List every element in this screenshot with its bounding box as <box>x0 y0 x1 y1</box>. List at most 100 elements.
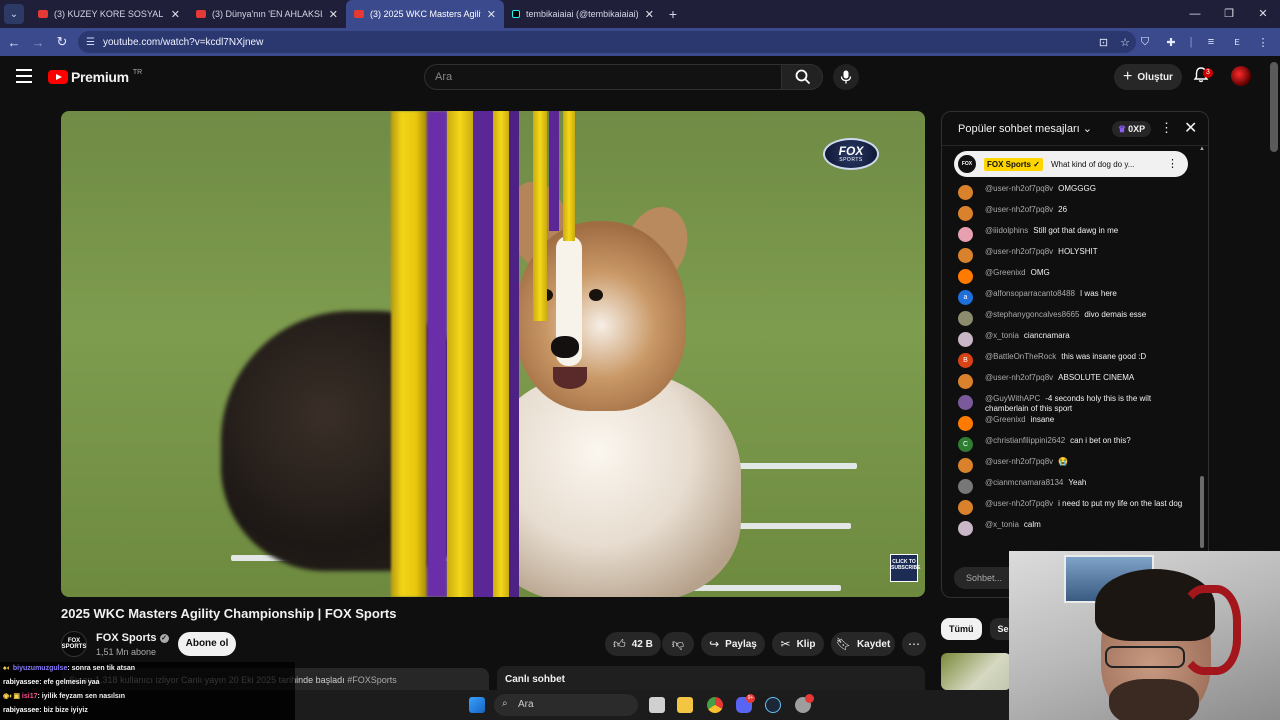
bookmark-star-icon[interactable]: ☆ <box>1120 36 1130 49</box>
save-button[interactable]: 🔖︎ Kaydet <box>831 632 895 656</box>
channel-avatar[interactable]: FOX SPORTS <box>61 631 87 657</box>
browser-tab[interactable]: (3) KUZEY KORE SOSYAL MEDYA ✕ <box>30 0 188 28</box>
chat-author[interactable]: @christianfilippini2642 <box>985 436 1065 445</box>
chat-mode-dropdown[interactable]: Popüler sohbet mesajları ⌄ <box>958 122 1092 135</box>
clip-button[interactable]: ✂ Klip <box>772 632 824 656</box>
back-icon[interactable]: ← <box>2 35 26 50</box>
minimize-icon[interactable]: — <box>1178 0 1212 28</box>
extensions-icon[interactable]: ✚ <box>1162 36 1180 49</box>
chat-author[interactable]: @BattleOnTheRock <box>985 352 1056 361</box>
voice-search-button[interactable] <box>833 64 859 90</box>
chrome-icon[interactable] <box>707 697 723 713</box>
chat-author[interactable]: @cianmcnamara8134 <box>985 478 1063 487</box>
browser-tab[interactable]: tembikaiaiai (@tembikaiaiai) | T ✕ <box>504 0 662 28</box>
hashtag-link[interactable]: #FOXSports <box>347 675 397 685</box>
window-close-icon[interactable]: ✕ <box>1246 0 1280 28</box>
profile-avatar[interactable]: E <box>1228 38 1246 47</box>
more-actions-button[interactable]: ⋯ <box>902 632 926 656</box>
chat-author[interactable]: @user-nh2of7pq8v <box>985 499 1053 508</box>
shield-extension-icon[interactable]: ⛉ <box>1136 36 1154 49</box>
channel-name-row[interactable]: FOX Sports ✓ <box>96 632 169 644</box>
address-bar[interactable]: ☰ youtube.com/watch?v=kcdl7NXjnew ⊡ ☆ <box>78 31 1136 53</box>
chat-scrollbar[interactable] <box>1200 476 1204 548</box>
chat-author[interactable]: @user-nh2of7pq8v <box>985 205 1053 214</box>
browser-tab[interactable]: (3) Dünya'nın 'EN AHLAKSIZ' BE ✕ <box>188 0 346 28</box>
channel-name[interactable]: FOX Sports <box>96 632 157 644</box>
chat-message[interactable]: @user-nh2of7pq8v HOLYSHIT <box>942 247 1204 268</box>
subscribe-button[interactable]: Abone ol <box>178 632 236 656</box>
chip-all[interactable]: Tümü <box>941 618 982 640</box>
chat-message[interactable]: @user-nh2of7pq8v 26 <box>942 205 1204 226</box>
share-button[interactable]: ↪ Paylaş <box>701 632 765 656</box>
chat-author[interactable]: @alfonsoparracanto8488 <box>985 289 1075 298</box>
chat-author[interactable]: @Greenixd <box>985 415 1026 424</box>
chat-message[interactable]: C @christianfilippini2642 can i bet on thi… <box>942 436 1204 457</box>
weave-pole <box>391 111 427 597</box>
chat-close-icon[interactable]: ✕ <box>1184 118 1197 138</box>
taskbar-search[interactable]: ⌕ Ara <box>494 694 638 716</box>
windows-start-icon[interactable] <box>469 697 485 713</box>
live-chat-section-title[interactable]: Canlı sohbet <box>497 666 925 690</box>
tab-close-icon[interactable]: ✕ <box>487 8 496 21</box>
video-player[interactable]: FOX SPORTS CLICK TO SUBSCRIBE <box>61 111 925 597</box>
create-button[interactable]: + Oluştur <box>1114 64 1182 90</box>
chat-more-icon[interactable]: ⋮ <box>1160 120 1173 136</box>
tab-close-icon[interactable]: ✕ <box>329 8 338 21</box>
restore-icon[interactable]: ❐ <box>1212 0 1246 28</box>
chat-author[interactable]: @x_tonia <box>985 331 1019 340</box>
file-explorer-icon[interactable] <box>677 697 693 713</box>
forward-icon[interactable]: → <box>26 35 50 50</box>
tab-search-button[interactable]: ⌄ <box>4 4 24 24</box>
reload-icon[interactable]: ↻ <box>50 34 74 50</box>
search-input[interactable]: Ara <box>424 64 782 90</box>
guide-menu-icon[interactable] <box>16 69 32 83</box>
chat-message[interactable]: @Greenixd OMG <box>942 268 1204 289</box>
chat-message[interactable]: @user-nh2of7pq8v i need to put my life on… <box>942 499 1204 520</box>
dislike-button[interactable]: 👎︎ <box>662 632 694 656</box>
chat-message[interactable]: a @alfonsoparracanto8488 I was here <box>942 289 1204 310</box>
chat-message[interactable]: @iiidolphins Still got that dawg in me <box>942 226 1204 247</box>
scroll-up-arrow-icon[interactable]: ▲ <box>1199 146 1205 152</box>
page-scrollbar[interactable] <box>1270 62 1278 152</box>
chat-message[interactable]: @user-nh2of7pq8v ABSOLUTE CINEMA <box>942 373 1204 394</box>
chat-message[interactable]: @user-nh2of7pq8v 😭 <box>942 457 1204 478</box>
site-info-icon[interactable]: ☰ <box>86 37 95 48</box>
chat-author[interactable]: @iiidolphins <box>985 226 1028 235</box>
steam-icon[interactable] <box>765 697 781 713</box>
chat-message[interactable]: @GuyWithAPC -4 seconds holy this is the w… <box>942 394 1204 415</box>
media-control-icon[interactable]: ≡ <box>1202 36 1220 48</box>
pinned-message[interactable]: FOX FOX Sports ✓ What kind of dog do y..… <box>954 151 1188 177</box>
browser-menu-icon[interactable]: ⋮ <box>1254 36 1272 49</box>
chat-message[interactable]: @stephanygoncalves8665 divo demais esse <box>942 310 1204 331</box>
new-tab-icon[interactable]: + <box>662 6 684 22</box>
like-button[interactable]: 👍︎ 42 B <box>605 632 661 656</box>
overlay-text: : biz bize iyiyiz <box>39 707 88 714</box>
xp-badge[interactable]: ♛ 0XP <box>1112 121 1152 137</box>
recommended-video-thumbnail[interactable] <box>941 653 1011 690</box>
chat-message[interactable]: @user-nh2of7pq8v OMGGGG <box>942 184 1204 205</box>
chat-message[interactable]: @x_tonia ciancnamara <box>942 331 1204 352</box>
youtube-premium-logo[interactable]: Premium TR <box>48 69 142 85</box>
chat-message[interactable]: @Greenixd insane <box>942 415 1204 436</box>
click-to-subscribe-overlay[interactable]: CLICK TO SUBSCRIBE <box>890 554 920 582</box>
tab-close-icon[interactable]: ✕ <box>171 8 180 21</box>
pinned-more-icon[interactable]: ⋮ <box>1167 157 1178 170</box>
chat-author[interactable]: @x_tonia <box>985 520 1019 529</box>
tab-close-icon[interactable]: ✕ <box>645 8 654 21</box>
chat-author[interactable]: @user-nh2of7pq8v <box>985 184 1053 193</box>
chat-message[interactable]: @x_tonia calm <box>942 520 1204 541</box>
chat-text: 😭 <box>1058 457 1069 466</box>
account-avatar[interactable] <box>1231 66 1251 86</box>
chat-author[interactable]: @GuyWithAPC <box>985 394 1040 403</box>
chat-author[interactable]: @user-nh2of7pq8v <box>985 247 1053 256</box>
search-button[interactable] <box>781 64 823 90</box>
chat-message[interactable]: @cianmcnamara8134 Yeah <box>942 478 1204 499</box>
chat-author[interactable]: @user-nh2of7pq8v <box>985 457 1053 466</box>
chat-author[interactable]: @user-nh2of7pq8v <box>985 373 1053 382</box>
task-view-icon[interactable] <box>649 697 665 713</box>
chat-message[interactable]: B @BattleOnTheRock this was insane good :D <box>942 352 1204 373</box>
chat-author[interactable]: @Greenixd <box>985 268 1026 277</box>
chat-author[interactable]: @stephanygoncalves8665 <box>985 310 1079 319</box>
browser-tab-active[interactable]: (3) 2025 WKC Masters Agility Ch ✕ <box>346 0 504 28</box>
install-app-icon[interactable]: ⊡ <box>1099 36 1108 49</box>
